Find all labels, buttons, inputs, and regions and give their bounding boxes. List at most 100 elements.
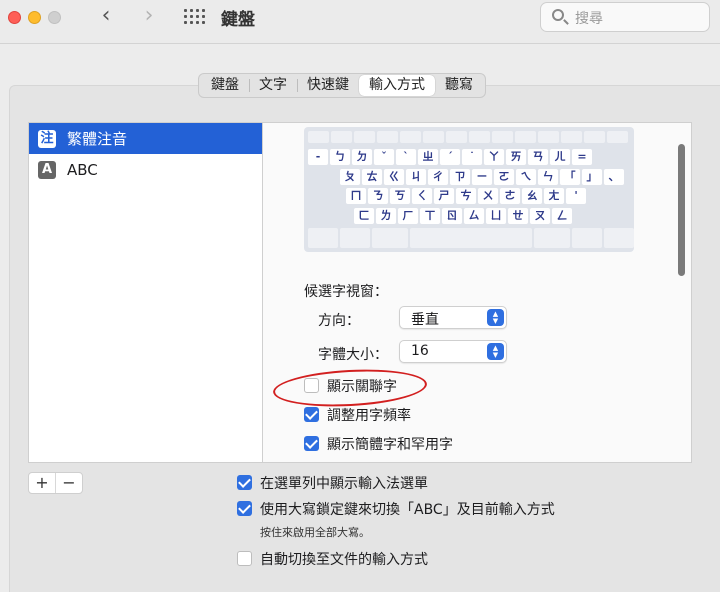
keyboard-key: ㄔ xyxy=(428,169,448,185)
keyboard-key: ㄜ xyxy=(500,188,520,204)
keyboard-key: ˊ xyxy=(440,149,460,165)
keyboard-key: ㄏ xyxy=(398,208,418,224)
keyboard-key: ㄎ xyxy=(390,188,410,204)
search-field[interactable]: 搜尋 xyxy=(540,2,710,32)
pane-scrollbar[interactable] xyxy=(678,144,685,276)
keyboard-row: - ㄅㄉ ˇ ˋ ㄓ ˊ ˙ ㄚㄞㄢㄦ = xyxy=(308,149,594,165)
keyboard-key xyxy=(515,131,536,143)
keyboard-key: ㄡ xyxy=(530,208,550,224)
keyboard-row: ㄈㄌㄏㄒㄖㄙㄩㄝㄡㄥ xyxy=(354,208,574,224)
search-placeholder: 搜尋 xyxy=(575,11,603,27)
keyboard-key: ㄑ xyxy=(412,188,432,204)
popup-arrows-icon: ▲ ▼ xyxy=(487,343,504,360)
direction-popup[interactable]: 垂直 ▲ ▼ xyxy=(399,306,507,329)
auto-switch-checkbox[interactable] xyxy=(237,551,252,566)
add-remove-control: + − xyxy=(28,472,83,494)
keyboard-key: ㄘ xyxy=(456,188,476,204)
add-input-source-button[interactable]: + xyxy=(29,473,55,493)
keyboard-key xyxy=(561,131,582,143)
forward-icon[interactable]: › xyxy=(136,4,162,30)
keyboard-key: ㄩ xyxy=(486,208,506,224)
direction-value: 垂直 xyxy=(411,312,439,328)
keyboard-key: ㄅ xyxy=(330,149,350,165)
tab-dictation[interactable]: 聽寫 xyxy=(435,75,483,96)
keyboard-key: ㄨ xyxy=(478,188,498,204)
remove-input-source-button[interactable]: − xyxy=(55,473,82,493)
caps-lock-switch-checkbox[interactable] xyxy=(237,501,252,516)
show-in-menubar-label: 在選單列中顯示輸入法選單 xyxy=(260,476,428,492)
adjust-frequency-checkbox[interactable] xyxy=(304,407,319,422)
keyboard-key: ㄞ xyxy=(506,149,526,165)
show-all-grid-icon[interactable] xyxy=(184,9,205,25)
keyboard-key: ㄕ xyxy=(434,188,454,204)
keyboard-key: ㄖ xyxy=(442,208,462,224)
keyboard-row xyxy=(308,131,630,143)
keyboard-row: ㄇㄋㄎㄑㄕㄘㄨㄜㄠㄤ ' xyxy=(346,188,588,204)
show-in-menubar-checkbox[interactable] xyxy=(237,475,252,490)
keyboard-key xyxy=(354,131,375,143)
tab-keyboard[interactable]: 鍵盤 xyxy=(201,75,249,96)
keyboard-key: 」 xyxy=(582,169,602,185)
keyboard-key: ㄆ xyxy=(340,169,360,185)
keyboard-key: ㄒ xyxy=(420,208,440,224)
font-size-popup[interactable]: 16 ▲ ▼ xyxy=(399,340,507,363)
caps-lock-switch-label: 使用大寫鎖定鍵來切換「ABC」及目前輸入方式 xyxy=(260,502,555,518)
tab-shortcuts[interactable]: 快速鍵 xyxy=(297,75,359,96)
close-window-button[interactable] xyxy=(8,11,21,24)
keyboard-key: ㄠ xyxy=(522,188,542,204)
caps-lock-note: 按住來啟用全部大寫。 xyxy=(260,526,370,539)
keyboard-key: ㄇ xyxy=(346,188,366,204)
keyboard-key xyxy=(446,131,467,143)
keyboard-key: ㄝ xyxy=(508,208,528,224)
keyboard-layout-preview: - ㄅㄉ ˇ ˋ ㄓ ˊ ˙ ㄚㄞㄢㄦ = ㄆㄊㄍㄐㄔㄗㄧㄛㄟㄣ「」、 ㄇㄋㄎㄑㄕㄘㄨㄜㄠㄤ ' … xyxy=(304,127,634,252)
back-icon[interactable]: ‹ xyxy=(93,4,119,30)
popup-arrows-icon: ▲ ▼ xyxy=(487,309,504,326)
zhuyin-badge-icon: 注 xyxy=(38,129,56,148)
keyboard-key: ˋ xyxy=(396,149,416,165)
keyboard-key xyxy=(400,131,421,143)
keyboard-row: ㄆㄊㄍㄐㄔㄗㄧㄛㄟㄣ「」、 xyxy=(340,169,626,185)
candidate-window-heading: 候選字視窗： xyxy=(304,284,388,300)
keyboard-key: ㄍ xyxy=(384,169,404,185)
minimize-window-button[interactable] xyxy=(28,11,41,24)
keyboard-key: ㄥ xyxy=(552,208,572,224)
keyboard-row xyxy=(308,228,636,248)
tab-input-sources[interactable]: 輸入方式 xyxy=(359,75,435,96)
adjust-frequency-label: 調整用字頻率 xyxy=(327,408,411,424)
input-source-abc[interactable]: A ABC xyxy=(29,154,263,185)
keyboard-key: - xyxy=(308,149,328,165)
title-bar: ‹ › 鍵盤 搜尋 xyxy=(0,0,720,44)
keyboard-key: ㄗ xyxy=(450,169,470,185)
show-simplified-rare-label: 顯示簡體字和罕用字 xyxy=(327,437,453,453)
font-size-value: 16 xyxy=(411,343,429,359)
keyboard-key xyxy=(469,131,490,143)
keyboard-key: ㄚ xyxy=(484,149,504,165)
keyboard-key: ㄦ xyxy=(550,149,570,165)
keyboard-key: ㄣ xyxy=(538,169,558,185)
keyboard-key: ㄢ xyxy=(528,149,548,165)
input-source-label: ABC xyxy=(67,160,98,179)
keyboard-key: ㄟ xyxy=(516,169,536,185)
keyboard-key: ㄋ xyxy=(368,188,388,204)
keyboard-key xyxy=(492,131,513,143)
auto-switch-label: 自動切換至文件的輸入方式 xyxy=(260,552,428,568)
show-simplified-rare-checkbox[interactable] xyxy=(304,436,319,451)
zoom-window-button[interactable] xyxy=(48,11,61,24)
input-source-list: 注 繁體注音 A ABC xyxy=(28,122,263,463)
keyboard-key: 「 xyxy=(560,169,580,185)
keyboard-key xyxy=(423,131,444,143)
keyboard-key: ㄈ xyxy=(354,208,374,224)
keyboard-key: = xyxy=(572,149,592,165)
tab-bar: 鍵盤 文字 快速鍵 輸入方式 聽寫 xyxy=(198,73,486,98)
keyboard-key: ㄤ xyxy=(544,188,564,204)
keyboard-key xyxy=(377,131,398,143)
font-size-label: 字體大小： xyxy=(318,347,388,363)
keyboard-key: ㄛ xyxy=(494,169,514,185)
keyboard-key: ㄊ xyxy=(362,169,382,185)
tab-text[interactable]: 文字 xyxy=(249,75,297,96)
keyboard-key xyxy=(308,131,329,143)
keyboard-key: 、 xyxy=(604,169,624,185)
keyboard-key: ' xyxy=(566,188,586,204)
input-source-zhuyin[interactable]: 注 繁體注音 xyxy=(29,123,263,154)
keyboard-key: ㄙ xyxy=(464,208,484,224)
